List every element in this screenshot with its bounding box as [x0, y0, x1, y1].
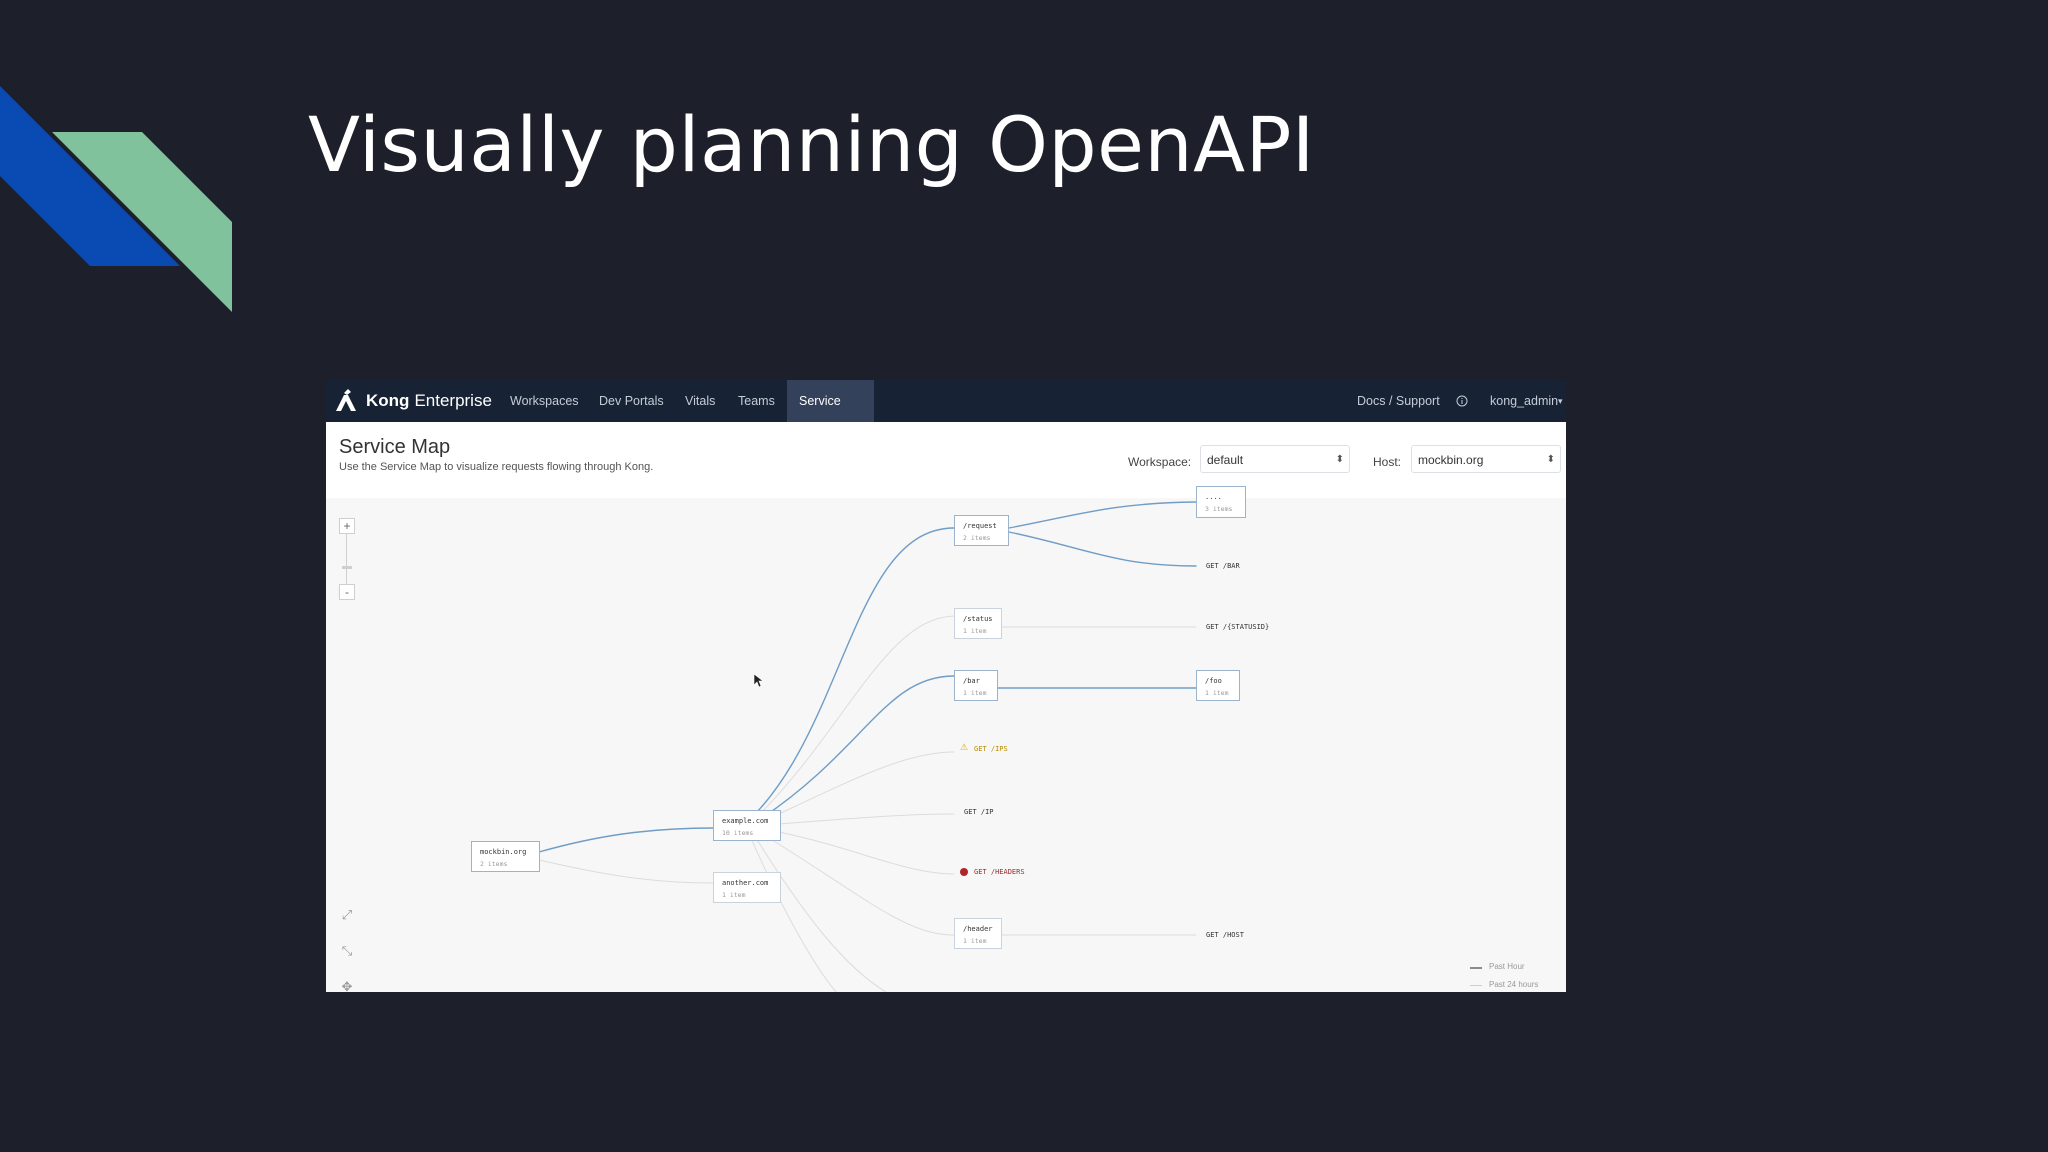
node-count: 1 item: [722, 891, 746, 899]
edge-example-header: [765, 835, 955, 936]
error-icon: [960, 868, 968, 876]
page-title: Service Map: [339, 436, 451, 458]
nav-teams[interactable]: Teams: [726, 380, 787, 422]
collapse-icon[interactable]: ⤡: [339, 944, 355, 960]
node-count: 2 items: [963, 534, 991, 542]
edge-example-request: [755, 527, 955, 814]
edge-example-headers: [778, 831, 955, 875]
node-count: 1 item: [963, 937, 987, 945]
workspace-select-value: default: [1207, 453, 1244, 467]
node-example[interactable]: example.com 10 items: [713, 810, 781, 841]
brand-kong: Kong: [366, 391, 410, 410]
chevron-down-icon[interactable]: ▾: [1558, 380, 1563, 422]
warning-icon: ⚠: [960, 743, 969, 753]
node-count: 1 item: [963, 627, 987, 635]
edge-mockbin-another: [538, 859, 715, 884]
brand[interactable]: Kong Enterprise: [332, 380, 492, 422]
brand-enterprise: Enterprise: [414, 391, 492, 410]
nav-workspaces[interactable]: Workspaces: [498, 380, 591, 422]
edge-example-bar: [761, 675, 955, 819]
node-count: 3 items: [1205, 505, 1233, 513]
nav-dev-portals[interactable]: Dev Portals: [587, 380, 676, 422]
node-name: /foo: [1205, 677, 1222, 685]
host-label: Host:: [1373, 455, 1402, 469]
node-name: example.com: [722, 817, 769, 825]
host-select-value: mockbin.org: [1418, 453, 1484, 467]
mouse-cursor-icon: [754, 674, 764, 688]
kong-logo-icon: [336, 389, 356, 411]
service-map-canvas[interactable]: + - ⤢ ⤡ ✥ mockbin.org 2 items example.co…: [326, 486, 1566, 992]
node-header[interactable]: /header 1 item: [954, 918, 1002, 949]
leaf-get-bar[interactable]: GET /BAR: [1206, 562, 1240, 570]
slide-title: Visually planning OpenAPI: [308, 100, 1315, 189]
node-foo[interactable]: /foo 1 item: [1196, 670, 1240, 701]
node-another[interactable]: another.com 1 item: [713, 872, 781, 903]
node-name: mockbin.org: [480, 848, 527, 856]
edge-example-ips: [765, 751, 955, 821]
zoom-slider-handle[interactable]: [342, 566, 352, 569]
leaf-get-host[interactable]: GET /HOST: [1206, 931, 1244, 939]
leaf-get-ips[interactable]: GET /IPS: [974, 745, 1008, 753]
zoom-in-button[interactable]: +: [339, 518, 355, 534]
kong-screenshot: Kong Enterprise Workspaces Dev Portals V…: [326, 380, 1566, 992]
node-mockbin[interactable]: mockbin.org 2 items: [471, 841, 540, 872]
node-name: /request: [963, 522, 997, 530]
workspace-select[interactable]: default ⬍: [1200, 445, 1350, 473]
edge-mockbin-example: [538, 827, 715, 853]
user-menu[interactable]: kong_admin: [1490, 380, 1558, 422]
zoom-slider-track[interactable]: [346, 534, 347, 584]
node-count: 2 items: [480, 860, 508, 868]
legend-swatch-past-hour: [1470, 967, 1482, 969]
legend-swatch-past-24: [1470, 985, 1482, 986]
node-count: 1 item: [963, 689, 987, 697]
node-name: /bar: [963, 677, 980, 685]
node-bar[interactable]: /bar 1 item: [954, 670, 998, 701]
decorative-chevrons: [0, 86, 232, 312]
edge-request-top: [1008, 501, 1197, 529]
workspace-label: Workspace:: [1128, 455, 1192, 469]
edge-example-more-1: [755, 837, 887, 992]
expand-icon[interactable]: ⤢: [339, 908, 355, 924]
nav-service-map[interactable]: Service Map: [787, 380, 874, 450]
map-edges: [538, 501, 1197, 992]
move-icon[interactable]: ✥: [339, 980, 355, 992]
edge-example-ip: [778, 813, 955, 825]
edge-request-getbar: [1008, 531, 1197, 567]
leaf-get-ip[interactable]: GET /IP: [964, 808, 994, 816]
leaf-get-statusid[interactable]: GET /{STATUSID}: [1206, 623, 1269, 631]
edge-example-status: [757, 615, 955, 817]
node-status[interactable]: /status 1 item: [954, 608, 1002, 639]
node-name: ....: [1205, 493, 1222, 501]
node-name: /status: [963, 615, 993, 623]
top-navigation-bar: Kong Enterprise Workspaces Dev Portals V…: [326, 380, 1566, 450]
legend-past-hour: Past Hour: [1489, 962, 1525, 971]
select-caret-icon: ⬍: [1546, 454, 1555, 465]
legend-past-24-hours: Past 24 hours: [1489, 980, 1539, 989]
nav-vitals[interactable]: Vitals: [673, 380, 727, 422]
leaf-get-headers[interactable]: GET /HEADERS: [974, 868, 1025, 876]
page-subtitle: Use the Service Map to visualize request…: [339, 461, 654, 473]
select-caret-icon: ⬍: [1335, 454, 1344, 465]
host-select[interactable]: mockbin.org ⬍: [1411, 445, 1561, 473]
node-count: 10 items: [722, 829, 754, 837]
node-name: /header: [963, 925, 993, 933]
info-icon[interactable]: [1456, 395, 1468, 407]
node-request[interactable]: /request 2 items: [954, 515, 1009, 546]
node-name: another.com: [722, 879, 769, 887]
node-count: 1 item: [1205, 689, 1229, 697]
edge-example-more-2: [750, 837, 837, 992]
zoom-out-button[interactable]: -: [339, 584, 355, 600]
node-top-partial[interactable]: .... 3 items: [1196, 486, 1246, 518]
docs-support-link[interactable]: Docs / Support: [1357, 380, 1440, 422]
page-header: Service Map Use the Service Map to visua…: [339, 436, 653, 473]
